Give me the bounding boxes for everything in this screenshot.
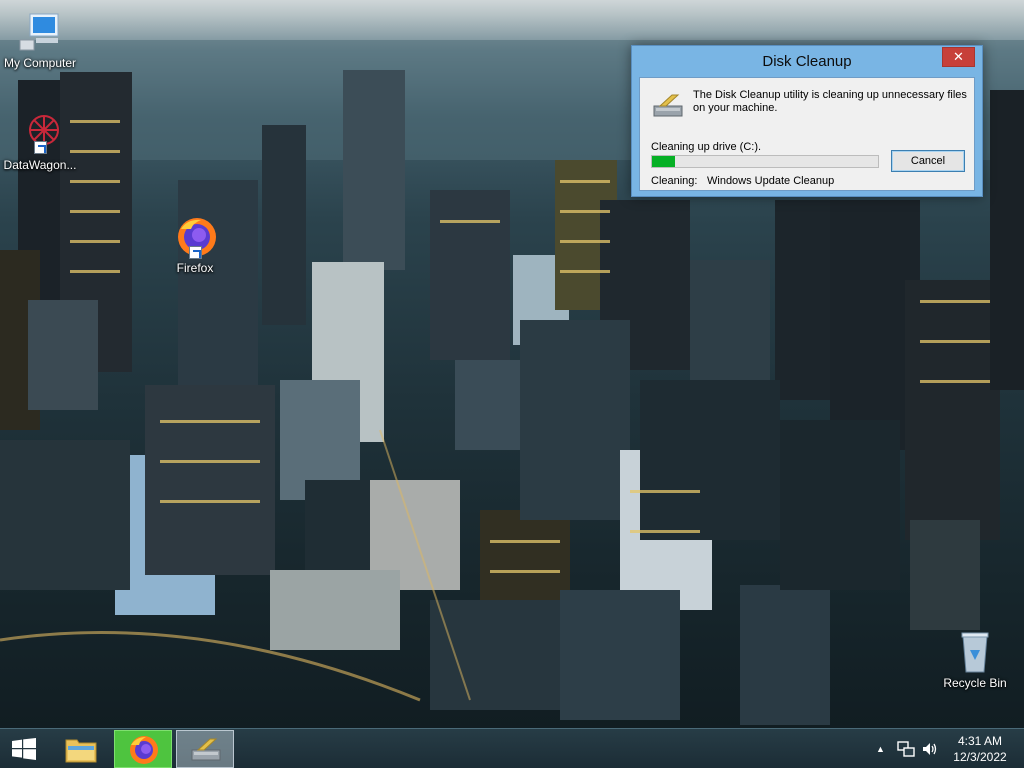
desktop-icon-recycle-bin[interactable]: Recycle Bin [935, 630, 1015, 690]
intro-text: The Disk Cleanup utility is cleaning up … [693, 89, 967, 114]
taskbar-disk-cleanup[interactable] [176, 730, 234, 768]
cleanup-progress-bar [651, 155, 879, 168]
cleaning-value: Windows Update Cleanup [707, 175, 835, 187]
show-hidden-icons-chevron-icon[interactable]: ▲ [876, 744, 886, 754]
shortcut-arrow-icon [34, 141, 47, 154]
progress-fill [652, 156, 675, 167]
close-button[interactable]: ✕ [942, 47, 975, 67]
dialog-title: Disk Cleanup [762, 53, 852, 70]
windows-logo-icon [12, 738, 36, 765]
firefox-icon [173, 215, 217, 259]
taskbar: ▲ 4:31 AM 12/3/2022 [0, 728, 1024, 768]
desktop-icon-label: My Computer [3, 56, 77, 70]
disk-cleanup-dialog[interactable]: Disk Cleanup ✕ The Disk Cleanup utility … [631, 45, 983, 197]
cancel-button[interactable]: Cancel [891, 150, 965, 172]
shortcut-arrow-icon [189, 246, 202, 259]
network-icon[interactable] [897, 740, 915, 758]
disk-cleanup-icon [190, 735, 222, 765]
desktop-icon-label: DataWagon... [3, 158, 77, 172]
recycle-bin-icon [953, 630, 997, 674]
cleaning-label: Cleaning: [651, 175, 698, 187]
file-explorer-icon [65, 734, 97, 764]
drive-label: Cleaning up drive (C:). [651, 141, 762, 153]
dialog-titlebar[interactable]: Disk Cleanup ✕ [632, 46, 982, 76]
taskbar-file-explorer[interactable] [52, 730, 110, 768]
firefox-icon [128, 735, 160, 765]
system-clock[interactable]: 4:31 AM 12/3/2022 [944, 733, 1016, 765]
disk-cleanup-icon [652, 92, 684, 120]
computer-icon [18, 10, 62, 54]
desktop-icon-firefox[interactable]: Firefox [155, 215, 235, 275]
volume-icon[interactable] [921, 740, 939, 758]
desktop-icon-datawagon[interactable]: DataWagon... [0, 112, 80, 172]
start-button[interactable] [0, 729, 48, 768]
desktop-icon-my-computer[interactable]: My Computer [0, 10, 80, 70]
desktop-icon-label: Firefox [176, 261, 214, 275]
datawagon-icon [18, 112, 62, 156]
taskbar-firefox[interactable] [114, 730, 172, 768]
desktop-icon-label: Recycle Bin [943, 676, 1007, 690]
dialog-client-area: The Disk Cleanup utility is cleaning up … [639, 77, 975, 191]
clock-time: 4:31 AM [957, 734, 1003, 748]
clock-date: 12/3/2022 [953, 750, 1007, 764]
